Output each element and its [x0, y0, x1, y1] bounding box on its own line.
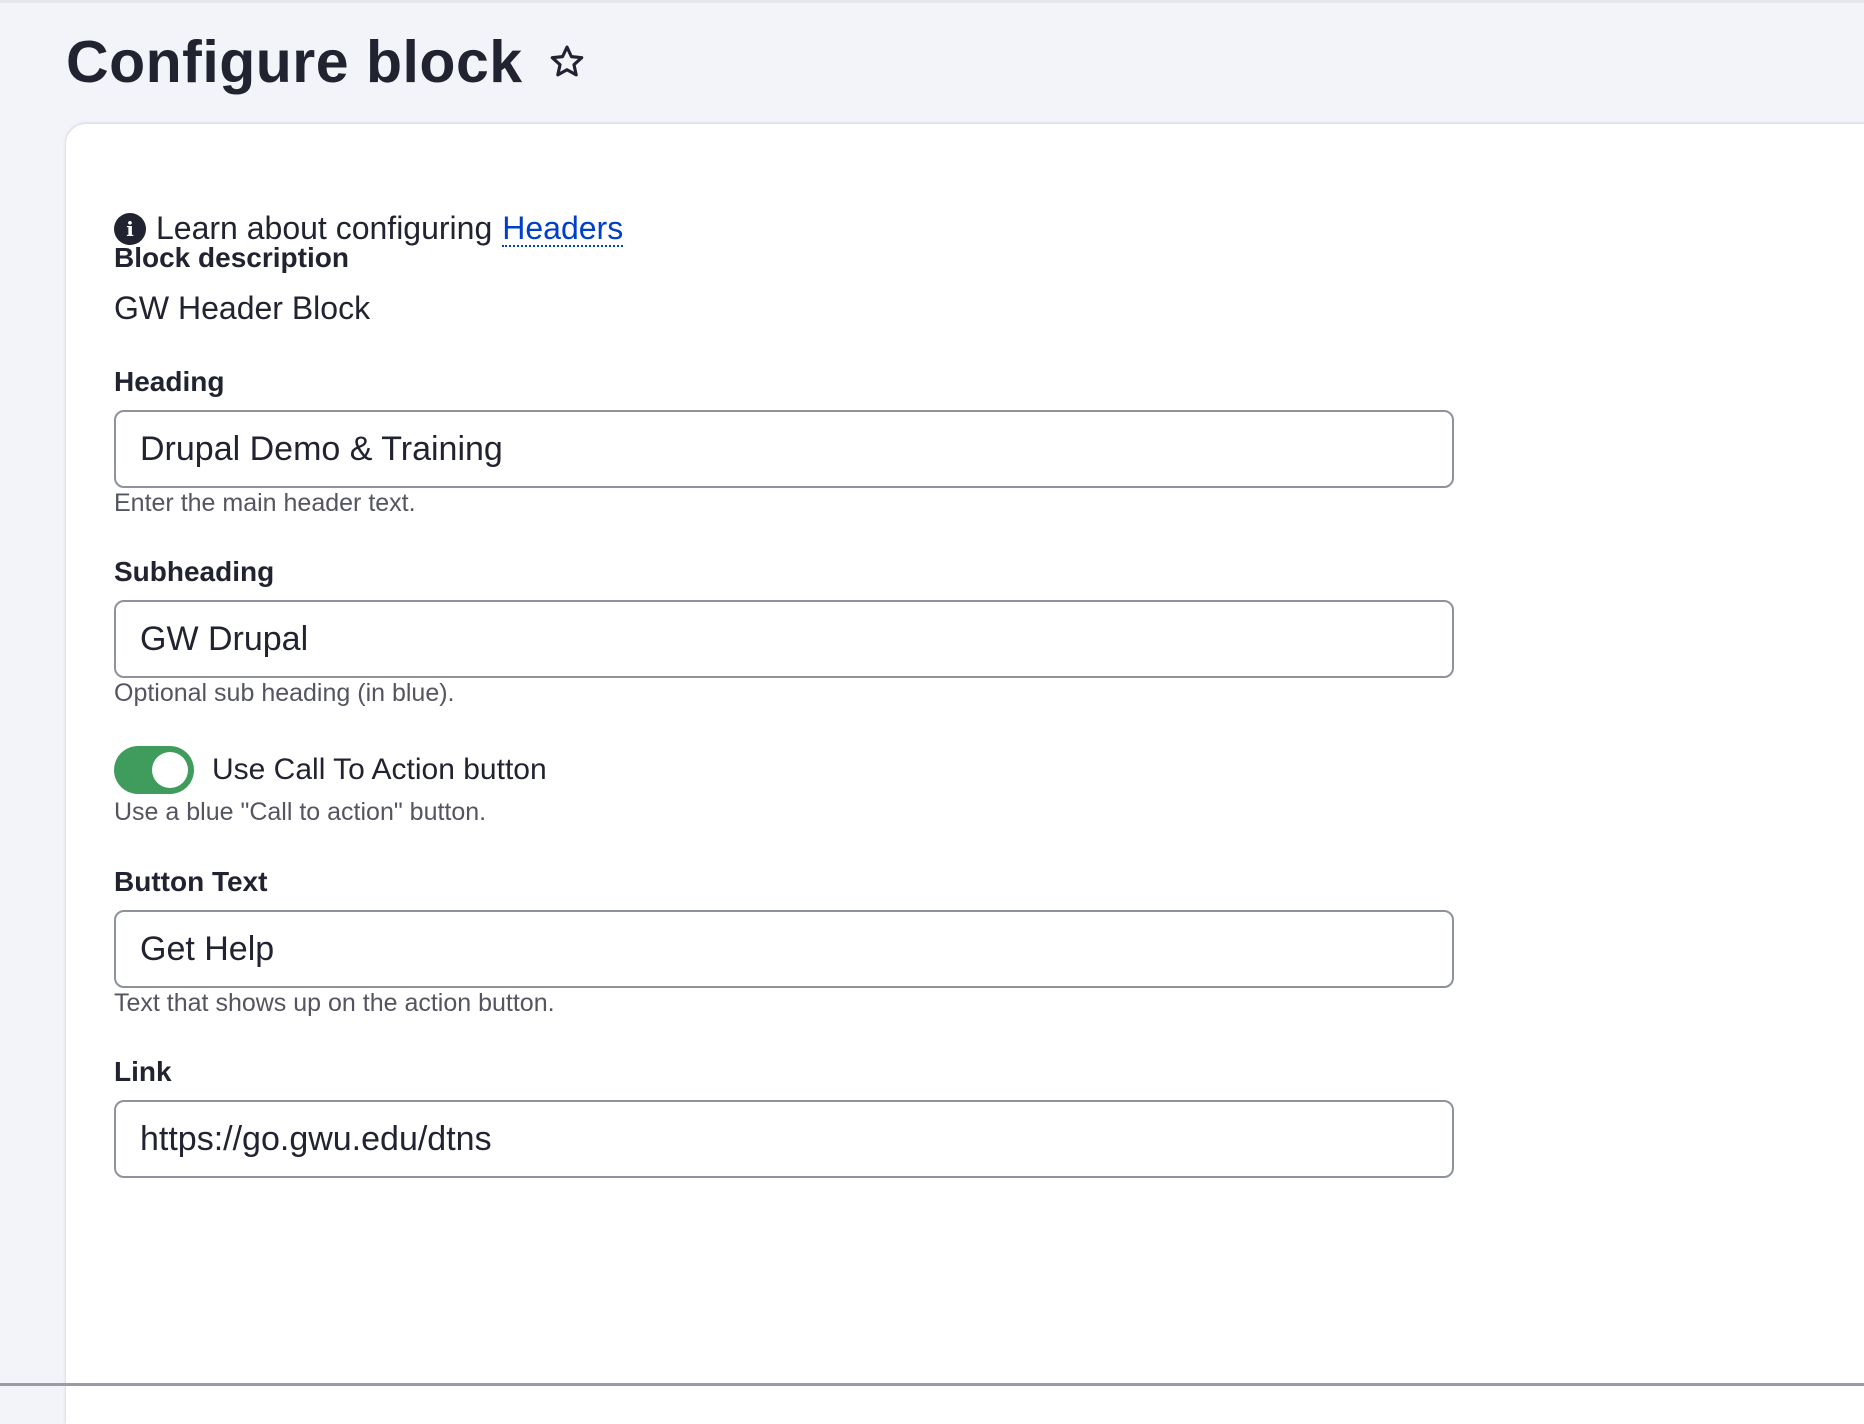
- cta-toggle-switch[interactable]: [114, 746, 194, 794]
- block-description-value: GW Header Block: [114, 290, 371, 326]
- top-divider: [0, 0, 1864, 3]
- button-text-input[interactable]: [114, 910, 1454, 988]
- button-text-label: Button Text: [114, 866, 268, 897]
- link-label: Link: [114, 1056, 172, 1087]
- page-title: Configure block: [66, 29, 523, 95]
- block-form-card: i Learn about configuring Headers Block …: [66, 124, 1864, 1424]
- cta-toggle-label[interactable]: Use Call To Action button: [212, 753, 547, 787]
- toggle-knob: [152, 752, 188, 788]
- heading-label: Heading: [114, 366, 225, 397]
- link-input[interactable]: [114, 1100, 1454, 1178]
- block-description-label: Block description: [114, 242, 349, 273]
- cta-toggle-description: Use a blue "Call to action" button.: [114, 798, 487, 826]
- page-header: Configure block: [66, 22, 589, 102]
- heading-description: Enter the main header text.: [114, 489, 416, 517]
- subheading-input[interactable]: [114, 600, 1454, 678]
- subheading-label: Subheading: [114, 556, 275, 587]
- headers-help-link[interactable]: Headers: [502, 211, 624, 247]
- info-icon: i: [114, 212, 146, 245]
- cta-toggle-row[interactable]: Use Call To Action button: [114, 746, 547, 794]
- heading-input[interactable]: [114, 410, 1454, 488]
- subheading-description: Optional sub heading (in blue).: [114, 679, 455, 707]
- button-text-description: Text that shows up on the action button.: [114, 989, 555, 1017]
- star-icon[interactable]: [545, 40, 589, 84]
